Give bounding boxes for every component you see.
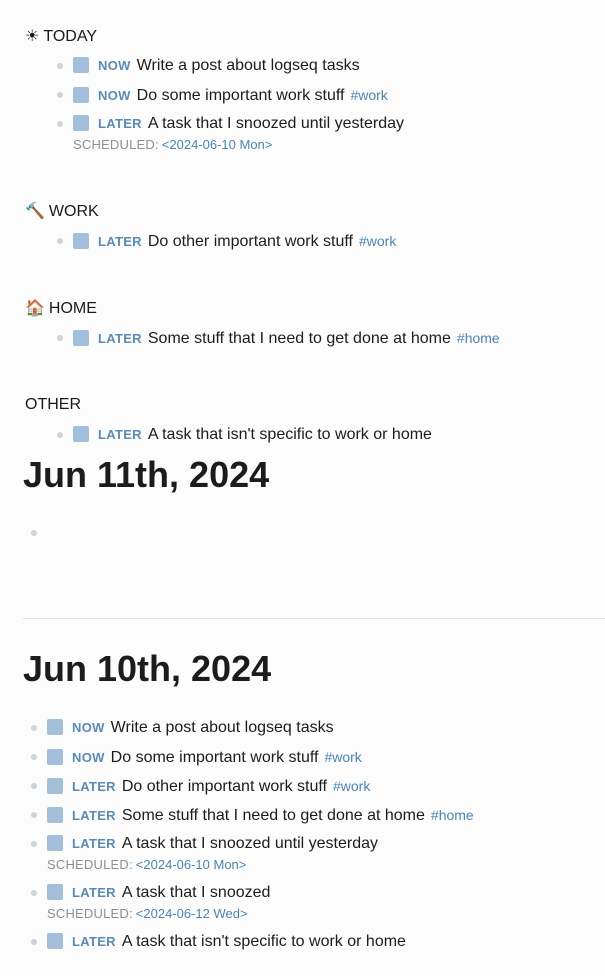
bullet-icon[interactable] bbox=[57, 238, 63, 244]
task-text[interactable]: Do some important work stuff bbox=[111, 749, 319, 766]
task-checkbox[interactable] bbox=[47, 933, 63, 949]
task-text[interactable]: A task that I snoozed bbox=[122, 884, 271, 901]
task-item: LATER A task that I snoozed bbox=[47, 883, 270, 903]
task-text[interactable]: A task that isn't specific to work or ho… bbox=[122, 933, 406, 950]
section-title-today[interactable]: ☀ TODAY bbox=[25, 26, 97, 47]
task-item: NOW Write a post about logseq tasks bbox=[47, 718, 334, 738]
task-checkbox[interactable] bbox=[47, 719, 63, 735]
task-checkbox[interactable] bbox=[47, 884, 63, 900]
scheduled-line: SCHEDULED: <2024-06-12 Wed> bbox=[47, 906, 248, 921]
task-checkbox[interactable] bbox=[73, 426, 89, 442]
task-marker[interactable]: LATER bbox=[98, 427, 142, 442]
bullet-icon[interactable] bbox=[31, 754, 37, 760]
task-marker[interactable]: LATER bbox=[98, 234, 142, 249]
bullet-icon[interactable] bbox=[57, 63, 63, 69]
scheduled-label: SCHEDULED: bbox=[47, 857, 133, 872]
journal-title[interactable]: Jun 11th, 2024 bbox=[23, 454, 269, 496]
empty-block-bullet[interactable] bbox=[31, 530, 37, 536]
task-checkbox[interactable] bbox=[47, 778, 63, 794]
bullet-icon[interactable] bbox=[31, 725, 37, 731]
scheduled-date[interactable]: <2024-06-10 Mon> bbox=[162, 137, 273, 152]
task-item: LATER A task that isn't specific to work … bbox=[47, 932, 406, 952]
journal-title[interactable]: Jun 10th, 2024 bbox=[23, 648, 271, 690]
task-text[interactable]: Do some important work stuff bbox=[137, 87, 345, 104]
section-title-other[interactable]: OTHER bbox=[25, 395, 81, 415]
task-checkbox[interactable] bbox=[47, 749, 63, 765]
tag-link[interactable]: #work bbox=[333, 778, 370, 794]
task-item: LATER Some stuff that I need to get done … bbox=[73, 328, 500, 348]
task-checkbox[interactable] bbox=[73, 330, 89, 346]
scheduled-date[interactable]: <2024-06-12 Wed> bbox=[136, 906, 248, 921]
bullet-icon[interactable] bbox=[31, 841, 37, 847]
task-text[interactable]: Do other important work stuff bbox=[148, 233, 353, 250]
task-marker[interactable]: LATER bbox=[72, 885, 116, 900]
tag-link[interactable]: #work bbox=[324, 749, 361, 765]
task-item: LATER Some stuff that I need to get done … bbox=[47, 805, 474, 825]
tag-link[interactable]: #work bbox=[359, 233, 396, 249]
house-icon: 🏠 bbox=[25, 298, 45, 317]
scheduled-date[interactable]: <2024-06-10 Mon> bbox=[136, 857, 247, 872]
task-marker[interactable]: LATER bbox=[72, 779, 116, 794]
task-item: NOW Write a post about logseq tasks bbox=[73, 56, 360, 76]
journal-divider bbox=[23, 618, 605, 619]
scheduled-label: SCHEDULED: bbox=[73, 137, 159, 152]
task-checkbox[interactable] bbox=[73, 57, 89, 73]
task-text[interactable]: Some stuff that I need to get done at ho… bbox=[148, 330, 451, 347]
task-checkbox[interactable] bbox=[47, 835, 63, 851]
bullet-icon[interactable] bbox=[57, 432, 63, 438]
task-marker[interactable]: LATER bbox=[72, 836, 116, 851]
section-title-work[interactable]: 🔨 WORK bbox=[25, 201, 99, 222]
task-marker[interactable]: NOW bbox=[72, 720, 105, 735]
task-text[interactable]: A task that isn't specific to work or ho… bbox=[148, 426, 432, 443]
task-item: LATER A task that I snoozed until yesterd… bbox=[73, 114, 404, 134]
scheduled-line: SCHEDULED: <2024-06-10 Mon> bbox=[47, 857, 246, 872]
sun-icon: ☀ bbox=[25, 26, 40, 45]
task-text[interactable]: Some stuff that I need to get done at ho… bbox=[122, 807, 425, 824]
task-checkbox[interactable] bbox=[73, 233, 89, 249]
tag-link[interactable]: #home bbox=[431, 807, 474, 823]
bullet-icon[interactable] bbox=[31, 890, 37, 896]
task-text[interactable]: A task that I snoozed until yesterday bbox=[122, 835, 378, 852]
bullet-icon[interactable] bbox=[57, 121, 63, 127]
task-marker[interactable]: LATER bbox=[72, 934, 116, 949]
task-text[interactable]: Write a post about logseq tasks bbox=[137, 57, 360, 74]
task-item: LATER Do other important work stuff #work bbox=[73, 231, 396, 251]
task-item: NOW Do some important work stuff #work bbox=[47, 747, 362, 767]
bullet-icon[interactable] bbox=[31, 812, 37, 818]
scheduled-line: SCHEDULED: <2024-06-10 Mon> bbox=[73, 137, 272, 152]
bullet-icon[interactable] bbox=[57, 92, 63, 98]
bullet-icon[interactable] bbox=[31, 939, 37, 945]
task-item: LATER A task that I snoozed until yesterd… bbox=[47, 834, 378, 854]
section-title-home[interactable]: 🏠 HOME bbox=[25, 298, 97, 319]
task-item: NOW Do some important work stuff #work bbox=[73, 85, 388, 105]
task-marker[interactable]: NOW bbox=[98, 58, 131, 73]
scheduled-label: SCHEDULED: bbox=[47, 906, 133, 921]
task-item: LATER A task that isn't specific to work … bbox=[73, 425, 432, 445]
task-checkbox[interactable] bbox=[73, 87, 89, 103]
bullet-icon[interactable] bbox=[31, 783, 37, 789]
task-checkbox[interactable] bbox=[47, 807, 63, 823]
tag-link[interactable]: #home bbox=[457, 330, 500, 346]
tag-link[interactable]: #work bbox=[350, 87, 387, 103]
task-text[interactable]: Write a post about logseq tasks bbox=[111, 719, 334, 736]
task-text[interactable]: Do other important work stuff bbox=[122, 778, 327, 795]
task-marker[interactable]: LATER bbox=[98, 116, 142, 131]
task-marker[interactable]: NOW bbox=[72, 750, 105, 765]
hammer-icon: 🔨 bbox=[25, 201, 45, 220]
task-item: LATER Do other important work stuff #work bbox=[47, 776, 370, 796]
task-marker[interactable]: LATER bbox=[72, 808, 116, 823]
task-text[interactable]: A task that I snoozed until yesterday bbox=[148, 115, 404, 132]
task-checkbox[interactable] bbox=[73, 115, 89, 131]
task-marker[interactable]: NOW bbox=[98, 88, 131, 103]
bullet-icon[interactable] bbox=[57, 335, 63, 341]
task-marker[interactable]: LATER bbox=[98, 331, 142, 346]
